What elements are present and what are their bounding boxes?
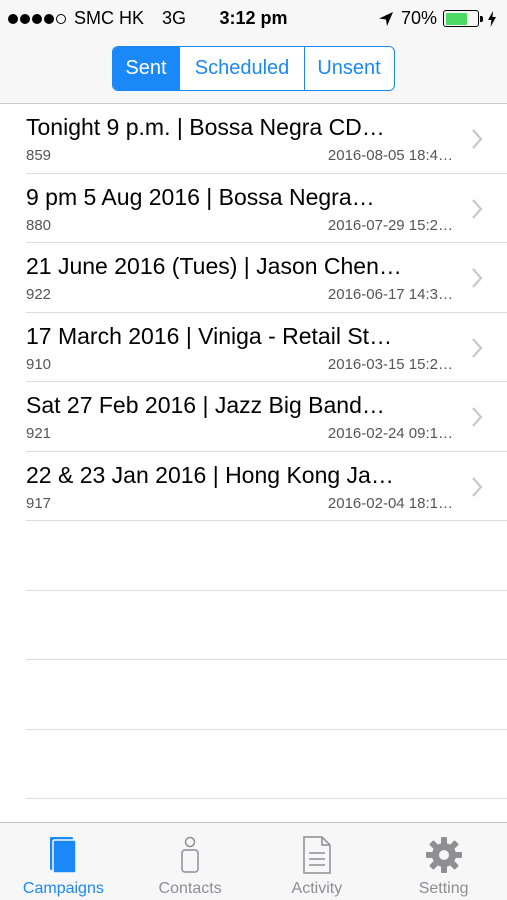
chevron-right-icon — [472, 337, 483, 358]
campaign-title: Tonight 9 p.m. | Bossa Negra CD… — [26, 114, 385, 140]
chevron-right-icon — [472, 476, 483, 497]
segment-unsent[interactable]: Unsent — [304, 47, 393, 90]
battery-level — [445, 12, 468, 25]
empty-row-separator — [26, 591, 507, 660]
battery-icon — [443, 10, 483, 27]
campaign-filter-segmented-control: Sent Scheduled Unsent — [112, 46, 395, 91]
battery-percent: 70% — [400, 8, 437, 28]
segment-sent[interactable]: Sent — [113, 47, 179, 90]
tab-bar: Campaigns Contacts Activity Setting — [0, 822, 507, 900]
campaign-date: 2016-02-24 09:1… — [327, 425, 453, 442]
tab-campaigns[interactable]: Campaigns — [0, 823, 127, 900]
campaign-date: 2016-07-29 15:2… — [327, 216, 453, 234]
campaign-row[interactable]: 21 June 2016 (Tues) | Jason Chen… 922 20… — [26, 243, 507, 313]
empty-row-separator — [26, 660, 507, 730]
campaign-row[interactable]: 9 pm 5 Aug 2016 | Bossa Negra… 880 2016-… — [26, 174, 507, 243]
campaign-title: Sat 27 Feb 2016 | Jazz Big Band… — [26, 392, 385, 418]
tab-label: Activity — [291, 880, 343, 897]
bolt-icon — [488, 10, 496, 27]
tab-label: Contacts — [158, 880, 222, 897]
segment-header: Sent Scheduled Unsent — [0, 36, 507, 104]
chevron-right-icon — [472, 407, 483, 427]
campaign-id: 859 — [26, 147, 52, 164]
campaign-row[interactable]: 22 & 23 Jan 2016 | Hong Kong Ja… 917 201… — [26, 452, 507, 521]
status-bar: SMC HK 3G 3:12 pm 70% — [0, 0, 507, 36]
location-arrow-icon — [378, 11, 393, 26]
campaign-list: Tonight 9 p.m. | Bossa Negra CD… 859 201… — [0, 104, 507, 799]
tab-label: Campaigns — [22, 880, 104, 897]
campaign-row[interactable]: Tonight 9 p.m. | Bossa Negra CD… 859 201… — [26, 104, 507, 174]
segment-scheduled[interactable]: Scheduled — [179, 47, 304, 90]
gear-icon — [425, 835, 463, 875]
tab-contacts[interactable]: Contacts — [127, 823, 254, 900]
campaign-id: 922 — [26, 286, 52, 303]
campaign-title: 9 pm 5 Aug 2016 | Bossa Negra… — [26, 183, 375, 210]
campaigns-icon — [48, 835, 78, 875]
campaign-date: 2016-03-15 15:2… — [327, 355, 453, 373]
campaign-title: 22 & 23 Jan 2016 | Hong Kong Ja… — [26, 461, 394, 488]
contacts-icon — [179, 835, 201, 875]
campaign-date: 2016-08-05 18:4… — [327, 147, 453, 164]
campaign-id: 917 — [26, 494, 52, 512]
tab-setting[interactable]: Setting — [380, 823, 507, 900]
activity-icon — [302, 835, 332, 875]
tab-activity[interactable]: Activity — [254, 823, 381, 900]
campaign-title: 21 June 2016 (Tues) | Jason Chen… — [26, 253, 402, 279]
tab-label: Setting — [418, 880, 469, 897]
campaign-id: 910 — [26, 355, 52, 373]
empty-row-separator — [26, 521, 507, 591]
campaign-title: 17 March 2016 | Viniga - Retail St… — [26, 322, 393, 349]
campaign-row[interactable]: Sat 27 Feb 2016 | Jazz Big Band… 921 201… — [26, 382, 507, 452]
chevron-right-icon — [472, 129, 483, 149]
campaign-row[interactable]: 17 March 2016 | Viniga - Retail St… 910 … — [26, 313, 507, 382]
campaign-id: 921 — [26, 425, 52, 442]
chevron-right-icon — [472, 198, 483, 219]
campaign-id: 880 — [26, 216, 52, 234]
campaign-date: 2016-02-04 18:1… — [327, 494, 453, 512]
status-right: 70% — [377, 8, 497, 29]
chevron-right-icon — [472, 268, 483, 288]
campaign-date: 2016-06-17 14:3… — [327, 286, 453, 303]
empty-row-separator — [26, 730, 507, 799]
